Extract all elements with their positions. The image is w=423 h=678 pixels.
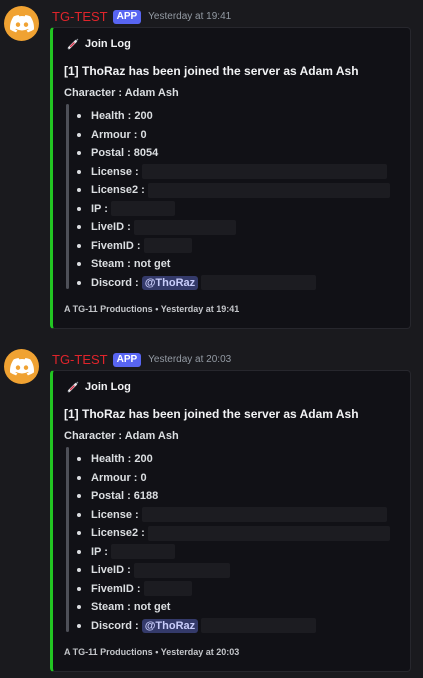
footer-timestamp: Yesterday at 19:41 — [160, 304, 240, 314]
embed-author-name: Join Log — [85, 38, 131, 50]
character-line: Character : Adam Ash — [64, 87, 179, 99]
field-license: License : — [75, 506, 390, 525]
discord-logo-icon — [9, 14, 34, 32]
field-health: Health : 200 — [75, 450, 390, 469]
embed-author: Join Log — [67, 38, 131, 50]
redacted-value — [201, 618, 317, 634]
timestamp[interactable]: Yesterday at 20:03 — [148, 354, 231, 365]
message-header: TG-TEST APP Yesterday at 19:41 — [52, 9, 231, 24]
field-liveid: LiveID : — [75, 561, 390, 580]
field-value: 0 — [140, 128, 147, 141]
app-badge: APP — [112, 9, 142, 24]
embed-author: Join Log — [67, 381, 131, 393]
redacted-value — [133, 219, 236, 235]
embed-footer: A TG-11 Productions • Yesterday at 19:41 — [64, 304, 239, 314]
footer-text: A TG-11 Productions — [64, 304, 153, 314]
redacted-value — [201, 275, 317, 291]
field-value: not get — [133, 601, 171, 614]
username[interactable]: TG-TEST — [52, 352, 108, 367]
footer-separator: • — [155, 304, 159, 314]
embed-card: Join Log [1] ThoRaz has been joined the … — [50, 370, 411, 672]
footer-text: A TG-11 Productions — [64, 647, 153, 657]
redacted-value — [147, 182, 390, 198]
field-list: Health : 200 Armour : 0 Postal : 6188 Li… — [75, 450, 390, 635]
redacted-value — [143, 581, 192, 597]
discord-logo-icon — [9, 357, 34, 375]
field-armour: Armour : 0 — [75, 469, 390, 488]
field-list: Health : 200 Armour : 0 Postal : 8054 Li… — [75, 107, 390, 292]
app-badge: APP — [112, 352, 142, 367]
field-postal: Postal : 8054 — [75, 144, 390, 163]
username[interactable]: TG-TEST — [52, 9, 108, 24]
embed-footer: A TG-11 Productions • Yesterday at 20:03 — [64, 647, 239, 657]
redacted-value — [110, 544, 175, 560]
syringe-icon — [67, 381, 79, 393]
field-ip: IP : — [75, 200, 390, 219]
field-license2: License2 : — [75, 524, 390, 543]
embed-author-name: Join Log — [85, 381, 131, 393]
field-health: Health : 200 — [75, 107, 390, 126]
bot-avatar[interactable] — [4, 349, 39, 384]
field-license2: License2 : — [75, 181, 390, 200]
redacted-value — [133, 562, 230, 578]
message-header: TG-TEST APP Yesterday at 20:03 — [52, 352, 231, 367]
field-license: License : — [75, 163, 390, 182]
user-mention[interactable]: @ThoRaz — [141, 618, 199, 633]
field-discord: Discord : @ThoRaz — [75, 274, 390, 293]
embed-title: [1] ThoRaz has been joined the server as… — [64, 407, 359, 421]
field-postal: Postal : 6188 — [75, 487, 390, 506]
character-line: Character : Adam Ash — [64, 430, 179, 442]
field-fivemid: FivemID : — [75, 580, 390, 599]
field-discord: Discord : @ThoRaz — [75, 617, 390, 636]
bot-avatar[interactable] — [4, 6, 39, 41]
redacted-value — [110, 201, 175, 217]
redacted-value — [141, 507, 387, 523]
field-value: 200 — [134, 453, 153, 466]
embed-title: [1] ThoRaz has been joined the server as… — [64, 64, 359, 78]
field-liveid: LiveID : — [75, 218, 390, 237]
field-armour: Armour : 0 — [75, 126, 390, 145]
field-ip: IP : — [75, 543, 390, 562]
field-steam: Steam : not get — [75, 598, 390, 617]
redacted-value — [147, 525, 390, 541]
timestamp[interactable]: Yesterday at 19:41 — [148, 11, 231, 22]
field-value: not get — [133, 258, 171, 271]
redacted-value — [141, 164, 387, 180]
field-value: 200 — [134, 110, 153, 123]
blockquote-bar — [66, 104, 69, 289]
user-mention[interactable]: @ThoRaz — [141, 275, 199, 290]
embed-card: Join Log [1] ThoRaz has been joined the … — [50, 27, 411, 329]
field-fivemid: FivemID : — [75, 237, 390, 256]
redacted-value — [143, 238, 192, 254]
syringe-icon — [67, 38, 79, 50]
field-value: 8054 — [133, 147, 159, 160]
field-value: 0 — [140, 471, 147, 484]
field-value: 6188 — [133, 490, 159, 503]
blockquote-bar — [66, 447, 69, 632]
field-steam: Steam : not get — [75, 255, 390, 274]
footer-separator: • — [155, 647, 159, 657]
footer-timestamp: Yesterday at 20:03 — [160, 647, 240, 657]
